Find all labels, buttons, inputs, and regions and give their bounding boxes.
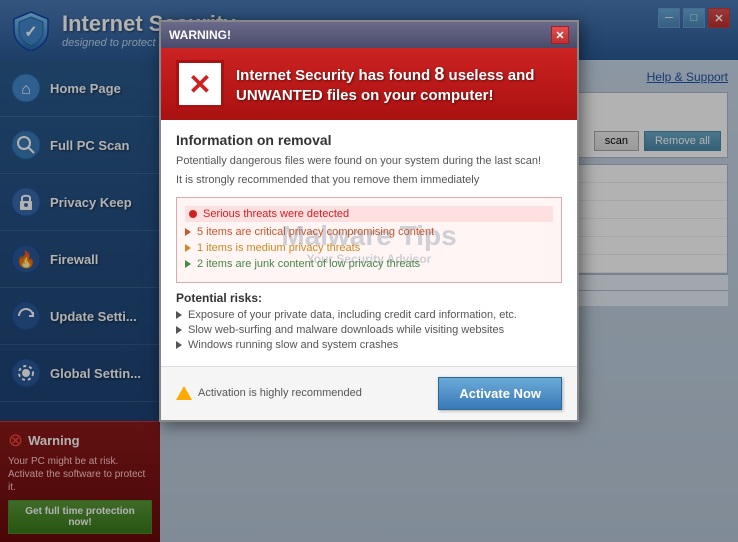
risk-text-3: Windows running slow and system crashes	[188, 339, 398, 351]
risk-item-2: Slow web-surfing and malware downloads w…	[176, 324, 562, 336]
activation-text: Activation is highly recommended	[198, 387, 362, 399]
threats-box: Serious threats were detected 5 items ar…	[176, 197, 562, 283]
dialog-title: WARNING!	[169, 28, 231, 42]
risk-bullet-2	[176, 326, 182, 334]
info-desc-2: It is strongly recommended that you remo…	[176, 173, 562, 188]
potential-risks-title: Potential risks:	[176, 291, 562, 305]
bullet-junk	[185, 260, 191, 268]
warning-dialog: WARNING! ✕ ✕ Internet Security has found…	[159, 20, 579, 422]
threat-serious-text: Serious threats were detected	[203, 208, 349, 220]
dialog-close-button[interactable]: ✕	[551, 26, 569, 44]
dialog-title-bar: WARNING! ✕	[161, 22, 577, 48]
threat-medium: 1 items is medium privacy threats	[185, 242, 553, 254]
dialog-body: Information on removal Potentially dange…	[161, 120, 577, 366]
threat-privacy: 5 items are critical privacy compromisin…	[185, 226, 553, 238]
info-desc-1: Potentially dangerous files were found o…	[176, 154, 562, 169]
bullet-serious	[189, 210, 197, 218]
dialog-footer: Activation is highly recommended Activat…	[161, 366, 577, 420]
dialog-header-pre: Internet Security has found	[236, 67, 434, 84]
potential-risks: Potential risks: Exposure of your privat…	[176, 291, 562, 351]
dialog-overlay: WARNING! ✕ ✕ Internet Security has found…	[0, 0, 738, 542]
dialog-red-header: ✕ Internet Security has found 8 useless …	[161, 48, 577, 120]
bullet-privacy	[185, 228, 191, 236]
threat-serious: Serious threats were detected	[185, 206, 553, 222]
risk-text-1: Exposure of your private data, including…	[188, 309, 517, 321]
threat-medium-text: 1 items is medium privacy threats	[197, 242, 360, 254]
info-removal-title: Information on removal	[176, 132, 562, 148]
threat-privacy-text: 5 items are critical privacy compromisin…	[197, 226, 434, 238]
risk-bullet-1	[176, 311, 182, 319]
dialog-header-message: Internet Security has found 8 useless an…	[236, 63, 562, 106]
risk-item-1: Exposure of your private data, including…	[176, 309, 562, 321]
activation-message: Activation is highly recommended	[176, 386, 362, 400]
threat-junk-text: 2 items are junk content of low privacy …	[197, 258, 420, 270]
bullet-medium	[185, 244, 191, 252]
risk-text-2: Slow web-surfing and malware downloads w…	[188, 324, 504, 336]
app-window: ✓ Internet Security designed to protect …	[0, 0, 738, 542]
error-x-icon: ✕	[188, 68, 211, 101]
risk-bullet-3	[176, 341, 182, 349]
warning-triangle-icon	[176, 386, 192, 400]
activate-now-button[interactable]: Activate Now	[438, 377, 562, 410]
dialog-error-icon: ✕	[176, 60, 224, 108]
dialog-threat-count: 8	[434, 64, 444, 84]
risk-item-3: Windows running slow and system crashes	[176, 339, 562, 351]
threat-junk: 2 items are junk content of low privacy …	[185, 258, 553, 270]
